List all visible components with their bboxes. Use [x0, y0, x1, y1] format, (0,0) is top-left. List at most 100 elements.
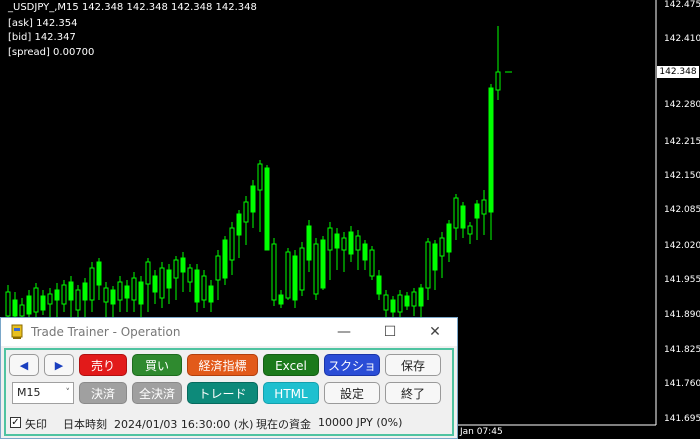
- current-price-tag: 142.348: [657, 66, 699, 78]
- window-titlebar[interactable]: Trade Trainer - Operation — ☐ ✕: [1, 318, 457, 346]
- candle-body: [33, 287, 39, 313]
- time-axis-label: Jan 07:45: [460, 427, 503, 437]
- candle-body: [173, 259, 179, 279]
- candle-body: [376, 275, 382, 295]
- chevron-down-icon: ˅: [65, 388, 71, 398]
- control-panel: ◀ ▶ 売り 買い 経済指標 Excel スクショ 保存 M15 ˅ 決済 全決…: [4, 348, 454, 436]
- buy-button[interactable]: 買い: [132, 354, 182, 376]
- candle-body: [138, 281, 144, 305]
- candle-body: [236, 213, 242, 236]
- candle-body: [131, 277, 137, 301]
- price-label: 141.890: [664, 310, 700, 320]
- candle-body: [159, 267, 165, 299]
- time-label: 日本時刻: [63, 418, 107, 431]
- candle-body: [103, 287, 109, 303]
- candle-body: [453, 197, 459, 229]
- prev-bar-button[interactable]: ◀: [9, 354, 39, 376]
- bid-price: [bid] 142.347: [8, 32, 76, 43]
- candle-body: [292, 255, 298, 301]
- candle-body: [313, 243, 319, 295]
- candle-body: [19, 304, 25, 317]
- screenshot-button[interactable]: スクショ: [324, 354, 380, 376]
- candle-body: [278, 294, 284, 305]
- candle-body: [40, 295, 46, 311]
- candle-body: [418, 287, 424, 307]
- candle-body: [425, 241, 431, 289]
- window-title: Trade Trainer - Operation: [31, 325, 181, 339]
- arrow-checkbox[interactable]: ✓: [10, 417, 21, 428]
- exit-button[interactable]: 終了: [385, 382, 441, 404]
- candle-body: [229, 227, 235, 261]
- settle-all-button[interactable]: 全決済: [132, 382, 182, 404]
- candle-body: [488, 87, 494, 213]
- arrow-label: 矢印: [25, 418, 47, 431]
- candle-body: [208, 285, 214, 303]
- candle-body: [68, 281, 74, 301]
- candle-body: [152, 275, 158, 293]
- minimize-button[interactable]: —: [329, 322, 359, 342]
- candle-body: [243, 201, 249, 223]
- trade-trainer-window: Trade Trainer - Operation — ☐ ✕ ◀ ▶ 売り 買…: [0, 317, 458, 439]
- spread-value: [spread] 0.00700: [8, 47, 95, 58]
- maximize-button[interactable]: ☐: [375, 322, 405, 342]
- candle-body: [257, 163, 263, 191]
- symbol-info: _USDJPY_,M15 142.348 142.348 142.348 142…: [8, 2, 257, 13]
- candle-body: [439, 237, 445, 257]
- app-icon: [11, 324, 23, 339]
- candle-body: [481, 199, 487, 215]
- candle-body: [145, 261, 151, 285]
- price-label: 142.475: [664, 0, 700, 10]
- html-button[interactable]: HTML: [263, 382, 319, 404]
- settle-button[interactable]: 決済: [79, 382, 127, 404]
- candle-body: [26, 295, 32, 315]
- economic-indicators-button[interactable]: 経済指標: [187, 354, 258, 376]
- candle-body: [5, 291, 11, 317]
- candle-body: [82, 282, 88, 301]
- price-label: 142.085: [664, 205, 700, 215]
- candle-body: [96, 261, 102, 286]
- candle-body: [383, 294, 389, 311]
- candle-body: [467, 225, 473, 235]
- excel-button[interactable]: Excel: [263, 354, 319, 376]
- candle-body: [124, 285, 130, 299]
- timeframe-select[interactable]: M15 ˅: [12, 382, 74, 404]
- candle-body: [474, 203, 480, 219]
- trade-button[interactable]: トレード: [187, 382, 258, 404]
- candle-body: [110, 289, 116, 305]
- candle-body: [180, 257, 186, 273]
- candle-body: [348, 231, 354, 255]
- candle-body: [54, 289, 60, 301]
- price-label: 141.825: [664, 345, 700, 355]
- save-button[interactable]: 保存: [385, 354, 441, 376]
- candle-body: [250, 185, 256, 213]
- close-button[interactable]: ✕: [420, 322, 450, 342]
- candle-body: [75, 289, 81, 311]
- candle-body: [12, 299, 18, 317]
- candle-body: [369, 249, 375, 277]
- candle-body: [194, 269, 200, 303]
- price-label: 141.760: [664, 379, 700, 389]
- candle-body: [201, 275, 207, 301]
- candle-body: [89, 267, 95, 301]
- candle-body: [460, 205, 466, 229]
- candle-body: [271, 243, 277, 301]
- candle-body: [166, 269, 172, 289]
- price-label: 142.150: [664, 171, 700, 181]
- funds-value: 10000 JPY (0%): [318, 416, 403, 429]
- funds-label: 現在の資金: [256, 418, 311, 431]
- candle-body: [320, 239, 326, 289]
- candle-body: [215, 255, 221, 281]
- candle-body: [341, 237, 347, 251]
- price-label: 142.215: [664, 137, 700, 147]
- sell-button[interactable]: 売り: [79, 354, 127, 376]
- next-bar-button[interactable]: ▶: [44, 354, 74, 376]
- timeframe-value: M15: [17, 386, 41, 399]
- candle-body: [334, 233, 340, 249]
- candle-body: [47, 293, 53, 305]
- settings-button[interactable]: 設定: [324, 382, 380, 404]
- candle-body: [411, 291, 417, 307]
- candle-body: [397, 294, 403, 313]
- candle-body: [187, 267, 193, 283]
- time-value: 2024/01/03 16:30:00 (水): [114, 418, 254, 431]
- candle-body: [404, 295, 410, 307]
